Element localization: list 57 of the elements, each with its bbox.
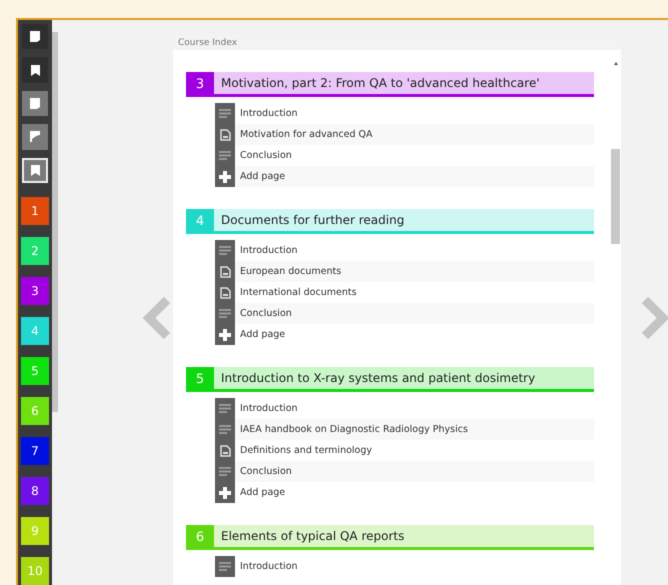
page-item[interactable]: European documents <box>215 261 594 282</box>
page-item[interactable]: Introduction <box>215 240 594 261</box>
page-item[interactable]: Add page <box>215 324 594 345</box>
text-page-icon <box>219 151 231 160</box>
page-item[interactable]: Add page <box>215 166 594 187</box>
chapter-button[interactable]: 1 <box>21 196 49 225</box>
text-page-icon <box>219 309 231 318</box>
page-item[interactable]: IAEA handbook on Diagnostic Radiology Physics <box>215 419 594 440</box>
page-item[interactable]: Motivation for advanced QA <box>215 124 594 145</box>
section-number: 5 <box>186 367 214 392</box>
text-page-icon <box>219 562 231 571</box>
text-page-icon <box>219 425 231 434</box>
section-title: Motivation, part 2: From QA to 'advanced healthcare' <box>220 76 540 90</box>
flag-icon <box>29 130 41 144</box>
page-item[interactable]: Introduction <box>215 398 594 419</box>
scrollbar-thumb[interactable] <box>611 149 620 244</box>
text-page-icon <box>219 467 231 476</box>
plus-icon <box>219 486 231 498</box>
page-icon <box>29 96 41 110</box>
page-item[interactable]: Add page <box>215 482 594 503</box>
page-item[interactable]: Definitions and terminology <box>215 440 594 461</box>
page-icon <box>29 30 41 44</box>
section-header[interactable]: 4 Documents for further reading <box>186 209 594 234</box>
bookmark-icon <box>30 64 40 77</box>
page-item[interactable]: International documents <box>215 282 594 303</box>
chapter-button[interactable]: 8 <box>21 476 49 505</box>
bookmark-icon <box>30 164 40 177</box>
plus-icon <box>219 170 231 182</box>
section-number: 6 <box>186 525 214 550</box>
scroll-up-icon[interactable] <box>614 62 618 65</box>
text-page-icon <box>219 109 231 118</box>
document-icon <box>220 444 230 456</box>
scrollbar-thumb[interactable] <box>52 32 58 412</box>
page-item[interactable]: Conclusion <box>215 145 594 166</box>
document-icon <box>220 266 230 278</box>
section-header[interactable]: 6 Elements of typical QA reports <box>186 525 594 550</box>
document-icon <box>220 128 230 140</box>
page-item[interactable]: Conclusion <box>215 461 594 482</box>
section-number: 4 <box>186 209 214 234</box>
page-item[interactable]: Introduction <box>215 103 594 124</box>
tool-button[interactable] <box>22 57 48 83</box>
tool-button[interactable] <box>22 90 48 116</box>
plus-icon <box>219 328 231 340</box>
section-title: Documents for further reading <box>220 213 404 227</box>
section-title: Introduction to X-ray systems and patient dosimetry <box>220 371 536 385</box>
chapter-button[interactable]: 3 <box>21 276 49 305</box>
section-header[interactable]: 3 Motivation, part 2: From QA to 'advanced healthcare' <box>186 72 594 97</box>
document-icon <box>220 286 230 298</box>
page-item[interactable]: Conclusion <box>215 303 594 324</box>
text-page-icon <box>219 404 231 413</box>
page-item[interactable]: Introduction <box>215 556 594 577</box>
section-title: Elements of typical QA reports <box>220 529 404 543</box>
tool-button[interactable] <box>22 24 48 50</box>
section-header[interactable]: 5 Introduction to X-ray systems and patient dosimetry <box>186 367 594 392</box>
chapter-button[interactable]: 7 <box>21 436 49 465</box>
section-number: 3 <box>186 72 214 97</box>
text-page-icon <box>219 246 231 255</box>
